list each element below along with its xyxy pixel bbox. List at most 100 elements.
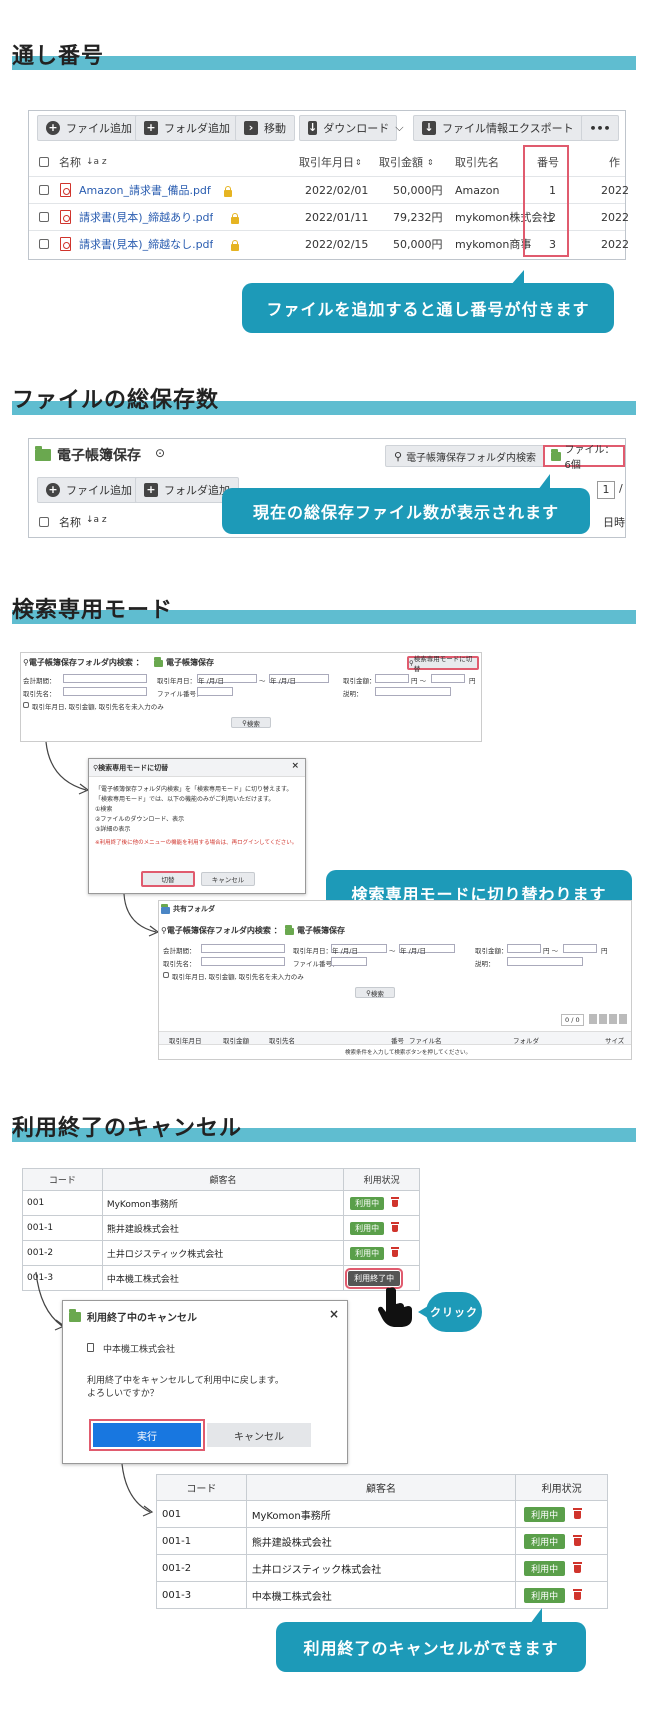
sort-icon[interactable]: ↓a z — [86, 515, 107, 525]
unfilled-checkbox[interactable] — [163, 972, 169, 978]
search-mode-dialog: ⚲検索専用モードに切替 × 「電子帳簿保存フォルダ内検索」を「検索専用モード」に… — [88, 758, 306, 894]
date-from-input[interactable]: 年 /月/日 — [197, 674, 257, 685]
status-badge[interactable]: 利用中 — [524, 1560, 566, 1576]
trash-icon[interactable] — [573, 1507, 583, 1519]
lock-icon — [231, 240, 239, 251]
search-mode-button[interactable]: ⚲ 検索専用モードに切替 — [407, 655, 479, 673]
folder-plus-icon — [69, 1308, 81, 1322]
shared-folder-icon — [161, 904, 170, 914]
status-badge[interactable]: 利用中 — [524, 1587, 566, 1603]
move-button[interactable]: › 移動 — [235, 115, 295, 141]
page-input[interactable]: 1 — [597, 481, 615, 499]
customer-table: コード 顧客名 利用状況 001 MyKomon事務所 利用中 001-1 熊井… — [22, 1168, 420, 1291]
search-icon: ⚲ — [394, 449, 403, 463]
cancel-button[interactable]: キャンセル — [201, 872, 255, 886]
status-badge[interactable]: 利用中 — [350, 1246, 385, 1260]
trash-icon[interactable] — [573, 1588, 583, 1600]
trash-icon[interactable] — [391, 1196, 400, 1207]
export-button[interactable]: ↓ ファイル情報エクスポート — [413, 115, 583, 141]
unfilled-checkbox[interactable] — [23, 702, 29, 708]
status-badge[interactable]: 利用中 — [350, 1196, 385, 1210]
search-title: ⚲電子帳簿保存フォルダ内検索 ： — [23, 658, 144, 667]
search-button[interactable]: ⚲ 検索 — [231, 717, 271, 728]
section-bar — [12, 56, 636, 70]
select-all-checkbox[interactable] — [39, 157, 49, 167]
desc-input[interactable] — [375, 687, 451, 696]
section-title-search-mode: 検索専用モード — [12, 598, 174, 623]
download-button[interactable]: ↓ ダウンロード ⌵ — [299, 115, 404, 141]
sort-toggle-icon: ⇕ — [427, 158, 434, 167]
trash-icon[interactable] — [573, 1561, 583, 1573]
trash-icon[interactable] — [573, 1534, 583, 1546]
pdf-icon — [60, 237, 71, 251]
folder-search-button[interactable]: ⚲ 電子帳簿保存フォルダ内検索 — [385, 445, 546, 467]
section-title-total: ファイルの総保存数 — [12, 388, 220, 413]
pager-buttons[interactable] — [589, 1014, 629, 1024]
pdf-icon — [60, 183, 71, 197]
status-badge[interactable]: 利用中 — [524, 1533, 566, 1549]
more-button[interactable]: ••• — [581, 115, 619, 141]
callout-serial: ファイルを追加すると通し番号が付きます — [242, 283, 614, 333]
cancel-button[interactable]: キャンセル — [207, 1423, 311, 1447]
folder-title: 電子帳簿保存 — [57, 448, 141, 464]
file-name-link[interactable]: 請求書(見本)_締越なし.pdf — [79, 231, 213, 258]
add-file-button[interactable]: + ファイル追加 — [37, 115, 141, 141]
company-icon — [87, 1343, 94, 1352]
confirm-switch-button[interactable]: 切替 — [141, 871, 195, 887]
move-icon: › — [244, 121, 258, 135]
add-folder-button[interactable]: + フォルダ追加 — [135, 115, 239, 141]
amount-to-input[interactable] — [563, 944, 597, 953]
desc-input[interactable] — [507, 957, 583, 966]
callout-tail — [418, 1306, 428, 1318]
period-select[interactable] — [63, 674, 147, 683]
trash-icon[interactable] — [391, 1221, 400, 1232]
search-title: ⚲電子帳簿保存フォルダ内検索 ： — [161, 926, 282, 935]
number-column-highlight — [523, 145, 569, 257]
pager: 0 / 0 — [561, 1014, 584, 1026]
file-name-link[interactable]: Amazon_請求書_備品.pdf — [79, 177, 211, 204]
trash-icon[interactable] — [391, 1246, 400, 1257]
flow-arrow — [121, 1463, 154, 1517]
close-icon[interactable]: × — [329, 1307, 339, 1321]
download-icon: ↓ — [308, 121, 318, 135]
period-select[interactable] — [201, 944, 285, 953]
row-checkbox[interactable] — [39, 185, 49, 195]
fileno-input[interactable] — [197, 687, 233, 696]
close-icon[interactable]: × — [291, 761, 299, 771]
status-badge[interactable]: 利用中 — [350, 1221, 385, 1235]
amount-from-input[interactable] — [375, 674, 409, 683]
file-count-badge: ファイル：6個 — [543, 445, 625, 471]
pdf-icon — [60, 210, 71, 224]
folder-plus-icon: + — [144, 483, 158, 497]
table-row: 001 MyKomon事務所 利用中 — [22, 1190, 420, 1216]
date-to-input[interactable]: 年 /月/日 — [269, 674, 329, 685]
file-name-link[interactable]: 請求書(見本)_締越あり.pdf — [79, 204, 213, 231]
add-file-button[interactable]: + ファイル追加 — [37, 477, 141, 503]
plus-icon: + — [46, 121, 60, 135]
result-header: 取引年月日 取引金額 取引先名 番号 ファイル名 フォルダ サイズ — [159, 1031, 631, 1045]
row-checkbox[interactable] — [39, 212, 49, 222]
date-to-input[interactable]: 年 /月/日 — [399, 944, 455, 955]
fileno-input[interactable] — [331, 957, 367, 966]
partner-input[interactable] — [201, 957, 285, 966]
folder-icon — [551, 448, 561, 461]
search-only-panel: 共有フォルダ ⚲電子帳簿保存フォルダ内検索 ： 電子帳簿保存 会計期間： 取引年… — [158, 900, 632, 1060]
partner-input[interactable] — [63, 687, 147, 696]
callout-cancel: 利用終了のキャンセルができます — [276, 1622, 586, 1672]
sort-icon[interactable]: ↓a z — [86, 149, 107, 176]
search-button[interactable]: ⚲ 検索 — [355, 987, 395, 998]
status-badge[interactable]: 利用中 — [524, 1506, 566, 1522]
amount-to-input[interactable] — [431, 674, 465, 683]
customer-table-updated: コード 顧客名 利用状況 001 MyKomon事務所 利用中 001-1 熊井… — [156, 1474, 608, 1609]
folder-icon — [285, 925, 294, 935]
row-checkbox[interactable] — [39, 239, 49, 249]
table-row: 001-2 土井ロジスティック株式会社 利用中 — [156, 1554, 608, 1582]
table-row: 001-3 中本機工株式会社 利用終了中 — [22, 1265, 420, 1291]
amount-from-input[interactable] — [507, 944, 541, 953]
table-row: 001-2 土井ロジスティック株式会社 利用中 — [22, 1240, 420, 1266]
download-icon: ↓ — [422, 121, 436, 135]
info-icon[interactable]: ⊙ — [155, 446, 165, 460]
select-all-checkbox[interactable] — [39, 517, 49, 527]
date-from-input[interactable]: 年 /月/日 — [331, 944, 387, 955]
execute-button[interactable]: 実行 — [93, 1423, 201, 1447]
